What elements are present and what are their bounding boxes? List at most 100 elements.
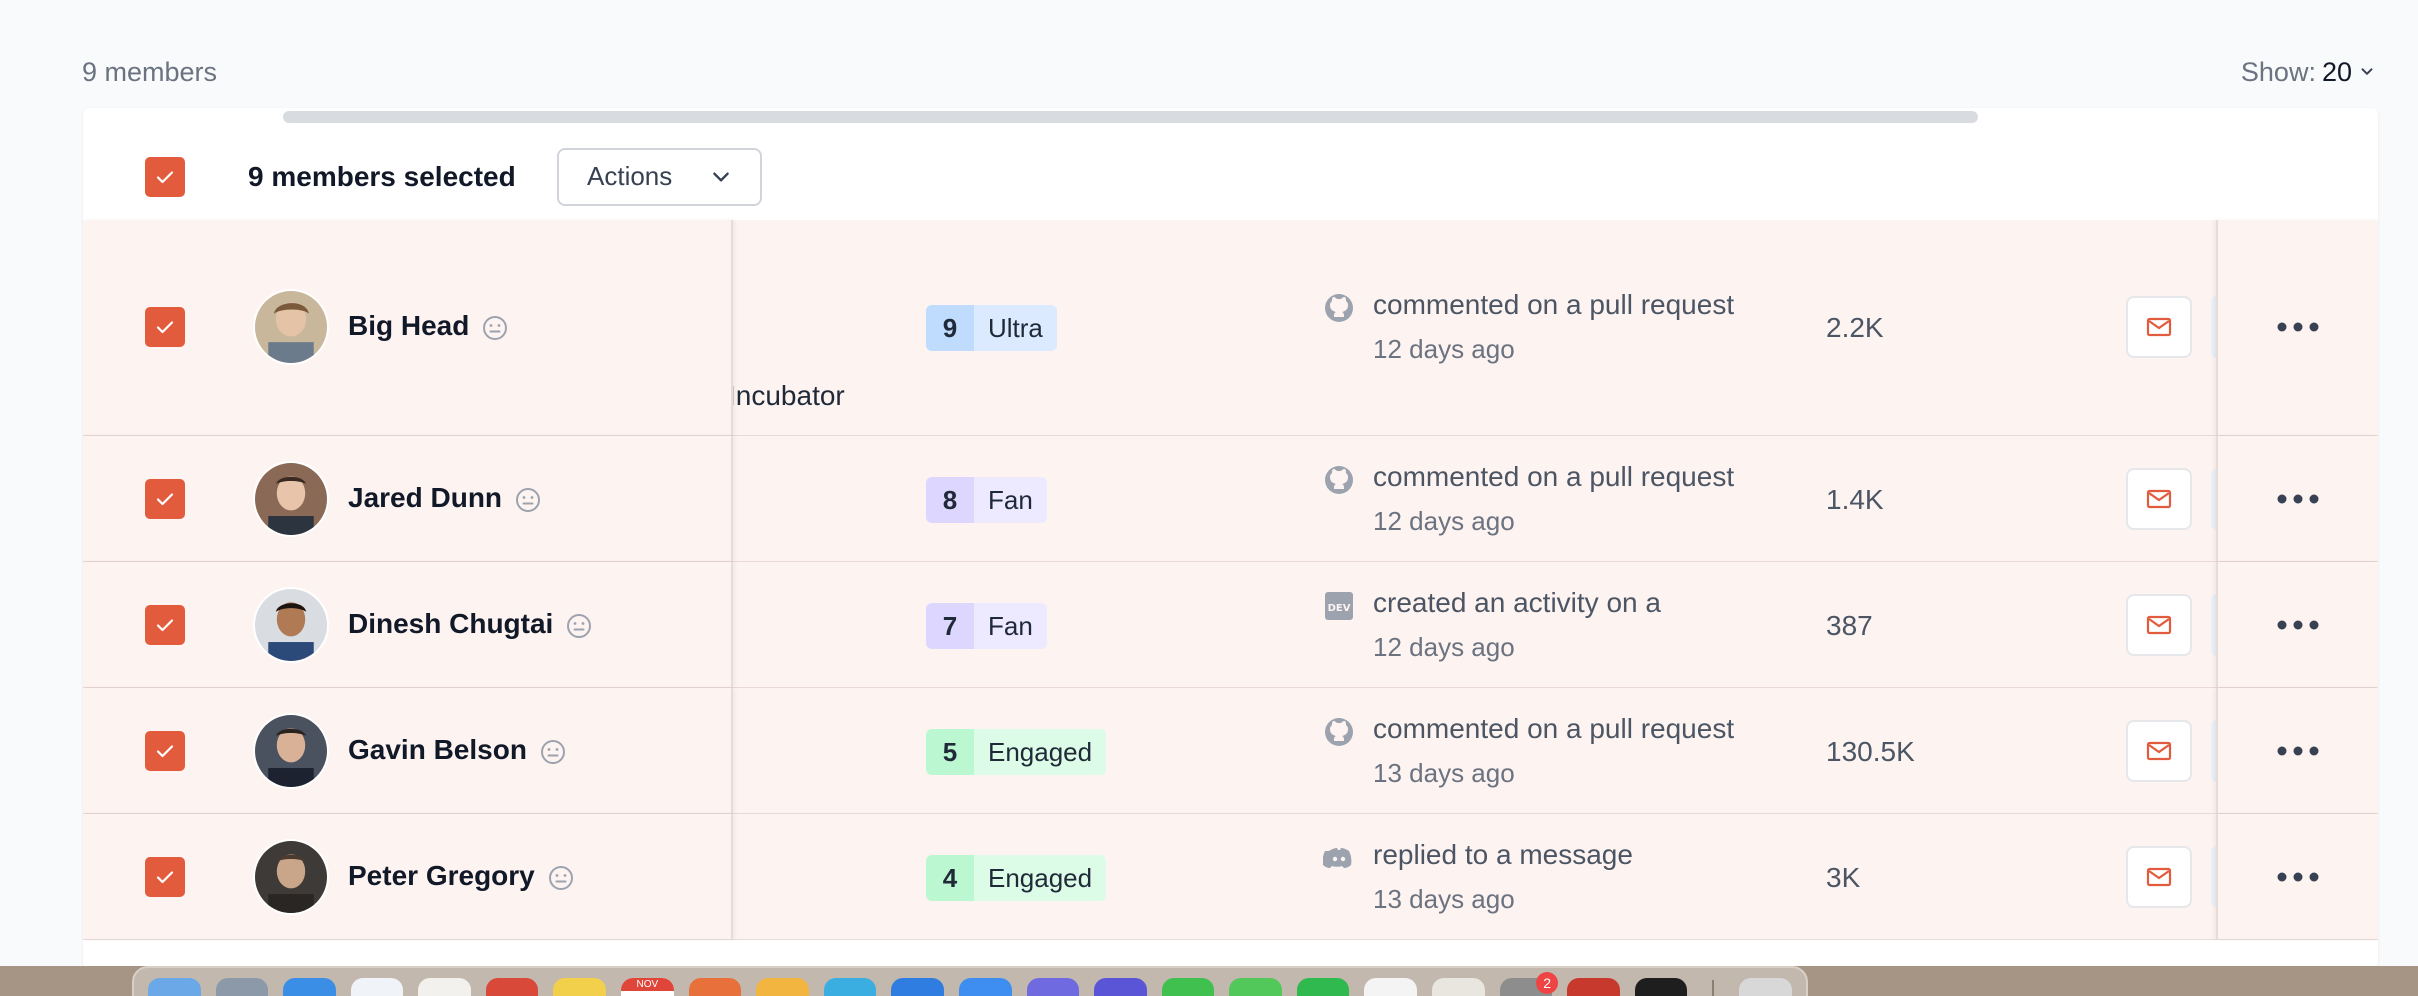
row-checkbox[interactable] <box>145 731 185 771</box>
app-red-icon[interactable] <box>1567 978 1620 996</box>
member-name[interactable]: Jared Dunn <box>348 482 542 514</box>
table-row[interactable]: Jared Dunn 8 Fan commented on a pull req… <box>83 436 2378 562</box>
activity-description[interactable]: replied to a message <box>1373 839 1633 871</box>
spotify-icon[interactable] <box>1296 978 1350 996</box>
whatsapp-icon[interactable] <box>1161 978 1215 996</box>
mail-icon <box>2146 489 2172 509</box>
app-purple-icon[interactable] <box>1026 978 1080 996</box>
member-count: 9 members <box>82 56 218 87</box>
mail-icon <box>2146 867 2172 887</box>
github-icon <box>1325 466 1353 494</box>
app-doc-icon[interactable] <box>1431 978 1485 996</box>
more-horizontal-icon <box>2277 746 2319 756</box>
chevron-down-icon <box>2361 68 2373 75</box>
sticky-member-cell: Peter Gregory <box>83 814 733 939</box>
horizontal-scrollbar[interactable] <box>283 111 1978 123</box>
row-checkbox[interactable] <box>145 479 185 519</box>
activity-description[interactable]: commented on a pull request <box>1373 289 1734 321</box>
engagement-level-badge: 8 Fan <box>926 477 1047 523</box>
mail-icon <box>2146 741 2172 761</box>
sticky-actions-cell <box>2216 436 2378 561</box>
calendar-month: NOV <box>621 978 674 991</box>
select-all-checkbox[interactable] <box>145 156 185 197</box>
more-options-button[interactable] <box>2268 731 2328 771</box>
terminal-icon[interactable] <box>1634 978 1688 996</box>
actions-dropdown-button[interactable]: Actions <box>557 147 762 206</box>
more-options-button[interactable] <box>2268 605 2328 645</box>
github-icon <box>1325 294 1353 322</box>
notification-badge: 2 <box>1536 972 1559 994</box>
more-horizontal-icon <box>2277 872 2319 882</box>
sentiment-neutral-icon <box>483 315 508 340</box>
reach-count: 2.2K <box>1826 312 1884 343</box>
level-number: 4 <box>926 855 974 901</box>
level-number: 9 <box>926 305 974 351</box>
app-white-icon[interactable] <box>1364 978 1417 996</box>
browser-icon[interactable] <box>485 978 539 996</box>
slack-icon[interactable] <box>418 978 471 996</box>
check-icon <box>156 170 174 183</box>
vscode-icon[interactable] <box>350 978 404 996</box>
more-options-button[interactable] <box>2268 857 2328 897</box>
row-checkbox[interactable] <box>145 857 185 897</box>
sticky-actions-cell <box>2216 814 2378 939</box>
selected-count-label: 9 members selected <box>248 160 516 192</box>
launchpad-icon[interactable] <box>215 978 269 996</box>
trash-icon[interactable] <box>1739 978 1792 996</box>
level-number: 7 <box>926 603 974 649</box>
engagement-level-badge: 4 Engaged <box>926 855 1107 901</box>
activity-description[interactable]: commented on a pull request <box>1373 713 1734 745</box>
sentiment-neutral-icon <box>540 739 565 764</box>
chevron-down-icon <box>713 171 729 182</box>
app-gray-icon[interactable]: 2 <box>1499 972 1559 996</box>
engagement-level-badge: 7 Fan <box>926 603 1047 649</box>
email-button[interactable] <box>2126 468 2192 530</box>
table-row[interactable]: Incubator Big Head 9 Ultra commented on … <box>83 220 2378 436</box>
engagement-level-badge: 9 Ultra <box>926 305 1057 351</box>
sticky-actions-cell <box>2216 688 2378 813</box>
page-size-select[interactable]: Show: 20 <box>2241 57 2376 88</box>
reach-count: 387 <box>1826 610 1873 641</box>
row-checkbox[interactable] <box>145 605 185 645</box>
finder-icon[interactable] <box>148 978 201 996</box>
calendar-icon[interactable]: NOV <box>621 978 674 996</box>
app-orange-icon[interactable] <box>688 978 742 996</box>
more-horizontal-icon <box>2277 322 2319 332</box>
bulk-action-bar: 9 members selected Actions <box>83 126 2378 228</box>
level-label: Fan <box>974 603 1047 649</box>
activity-description[interactable]: commented on a pull request <box>1373 461 1734 493</box>
email-button[interactable] <box>2126 846 2192 908</box>
activity-description[interactable]: created an activity on a <box>1373 587 1661 619</box>
row-checkbox[interactable] <box>145 307 185 347</box>
email-button[interactable] <box>2126 720 2192 782</box>
messages-icon[interactable] <box>1229 978 1282 996</box>
app-blue-icon[interactable] <box>891 978 944 996</box>
app-store-icon[interactable] <box>958 978 1012 996</box>
show-value: 20 <box>2321 56 2352 87</box>
member-name[interactable]: Peter Gregory <box>348 860 575 892</box>
safari-icon[interactable] <box>283 978 336 996</box>
engagement-level-badge: 5 Engaged <box>926 729 1107 775</box>
member-name[interactable]: Big Head <box>348 310 509 342</box>
member-name[interactable]: Dinesh Chugtai <box>348 608 593 640</box>
email-button[interactable] <box>2126 296 2192 358</box>
check-icon <box>156 321 174 334</box>
photos-icon[interactable] <box>756 978 809 996</box>
more-horizontal-icon <box>2277 620 2319 630</box>
table-row[interactable]: Peter Gregory 4 Engaged replied to a mes… <box>83 814 2378 940</box>
notes-icon[interactable] <box>553 978 607 996</box>
organization-name: Incubator <box>728 380 845 411</box>
table-row[interactable]: Gavin Belson 5 Engaged commented on a pu… <box>83 688 2378 814</box>
app-teal-icon[interactable] <box>823 978 877 996</box>
more-options-button[interactable] <box>2268 307 2328 347</box>
avatar <box>253 461 329 537</box>
dock: NOV 2 <box>132 966 1808 996</box>
activity-time: 12 days ago <box>1373 334 1515 364</box>
member-name[interactable]: Gavin Belson <box>348 734 567 766</box>
sentiment-neutral-icon <box>567 613 592 638</box>
members-toolbar: 9 members Show: 20 <box>82 52 2376 92</box>
email-button[interactable] <box>2126 594 2192 656</box>
table-row[interactable]: Dinesh Chugtai 7 Fan DEV created an acti… <box>83 562 2378 688</box>
more-options-button[interactable] <box>2268 479 2328 519</box>
app-indigo-icon[interactable] <box>1094 978 1147 996</box>
